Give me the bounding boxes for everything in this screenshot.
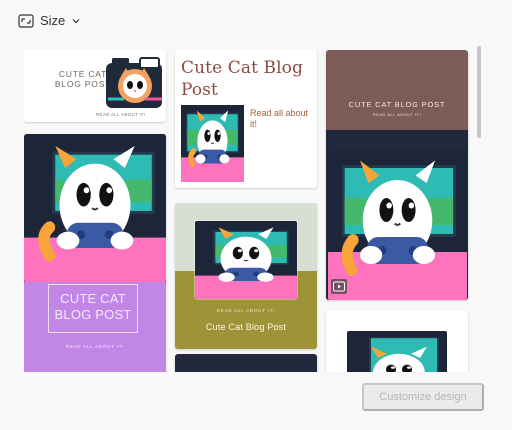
camera-art: [104, 55, 166, 110]
template-4-subtitle: READ ALL ABOUT IT!: [65, 344, 125, 349]
template-5-subtitle: READ ALL ABOUT IT!: [216, 308, 276, 313]
size-icon: [18, 13, 34, 28]
size-filter-label: Size: [40, 13, 66, 28]
template-gallery: CUTE CAT BLOG POST READ ALL ABOUT IT! Cu…: [24, 50, 470, 372]
template-3-subtitle: READ ALL ABOUT IT!: [372, 112, 422, 117]
template-2-title: Cute Cat Blog Post: [181, 58, 303, 100]
template-card-3[interactable]: CUTE CAT BLOG POST READ ALL ABOUT IT!: [326, 50, 468, 300]
cat-gamer-art: [24, 134, 166, 282]
cat-gamer-art: [195, 221, 297, 299]
template-1-subtitle: READ ALL ABOUT IT!: [96, 112, 146, 117]
cat-gamer-art: [347, 331, 447, 372]
template-card-2[interactable]: Cute Cat Blog Post Read all about it!: [175, 50, 317, 188]
template-2-subtitle: Read all about it!: [250, 108, 309, 129]
play-icon: [331, 279, 347, 294]
design-template-panel: Size CUTE CAT BLOG POST READ ALL ABOUT I…: [0, 0, 512, 430]
size-filter[interactable]: Size: [18, 13, 81, 28]
gallery-scrollbar[interactable]: [477, 46, 481, 138]
chevron-down-icon: [71, 16, 81, 26]
template-card-6[interactable]: [175, 354, 317, 372]
template-card-4[interactable]: CUTE CAT BLOG POST READ ALL ABOUT IT!: [24, 134, 166, 372]
template-4-footer: CUTE CAT BLOG POST READ ALL ABOUT IT!: [24, 282, 166, 372]
cat-gamer-art: [181, 105, 244, 182]
template-3-title: CUTE CAT BLOG POST: [348, 100, 446, 109]
template-5-title: Cute Cat Blog Post: [205, 322, 287, 332]
template-card-5[interactable]: READ ALL ABOUT IT! Cute Cat Blog Post: [175, 203, 317, 349]
template-card-7[interactable]: [326, 310, 468, 372]
template-4-title: CUTE CAT BLOG POST: [48, 284, 138, 333]
customize-design-button[interactable]: Customize design: [362, 383, 484, 411]
template-card-1[interactable]: CUTE CAT BLOG POST READ ALL ABOUT IT!: [24, 50, 166, 122]
cat-gamer-art: [328, 150, 467, 300]
